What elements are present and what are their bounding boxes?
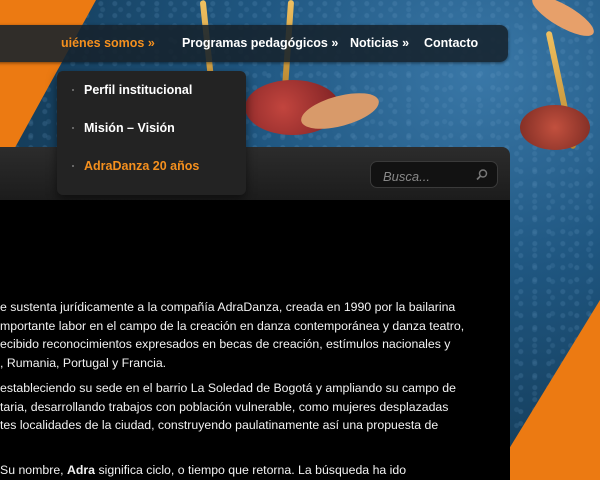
nav-contacto[interactable]: Contacto [424, 25, 478, 62]
search-input[interactable] [381, 166, 477, 186]
nav-noticias[interactable]: Noticias » [350, 25, 409, 62]
menu-item-adradanza-20-anos[interactable]: AdraDanza 20 años [72, 159, 199, 173]
dropdown-menu: Perfil institucional Misión – Visión Adr… [57, 71, 246, 195]
search-icon[interactable] [475, 168, 489, 182]
nav-quienes-somos[interactable]: uiénes somos » [61, 25, 155, 62]
paragraph: estableciendo su sede en el barrio La So… [0, 381, 456, 432]
paragraph: Su nombre, Adra significa ciclo, o tiemp… [0, 463, 407, 477]
menu-item-mision-vision[interactable]: Misión – Visión [72, 121, 175, 135]
menu-item-perfil-institucional[interactable]: Perfil institucional [72, 83, 192, 97]
main-content: e sustenta jurídicamente a la compañía A… [0, 200, 510, 480]
nav-programas-pedagogicos[interactable]: Programas pedagógicos » [182, 25, 338, 62]
dancer-figure [520, 105, 590, 150]
search-box [370, 161, 498, 188]
paragraph: e sustenta jurídicamente a la compañía A… [0, 300, 465, 370]
